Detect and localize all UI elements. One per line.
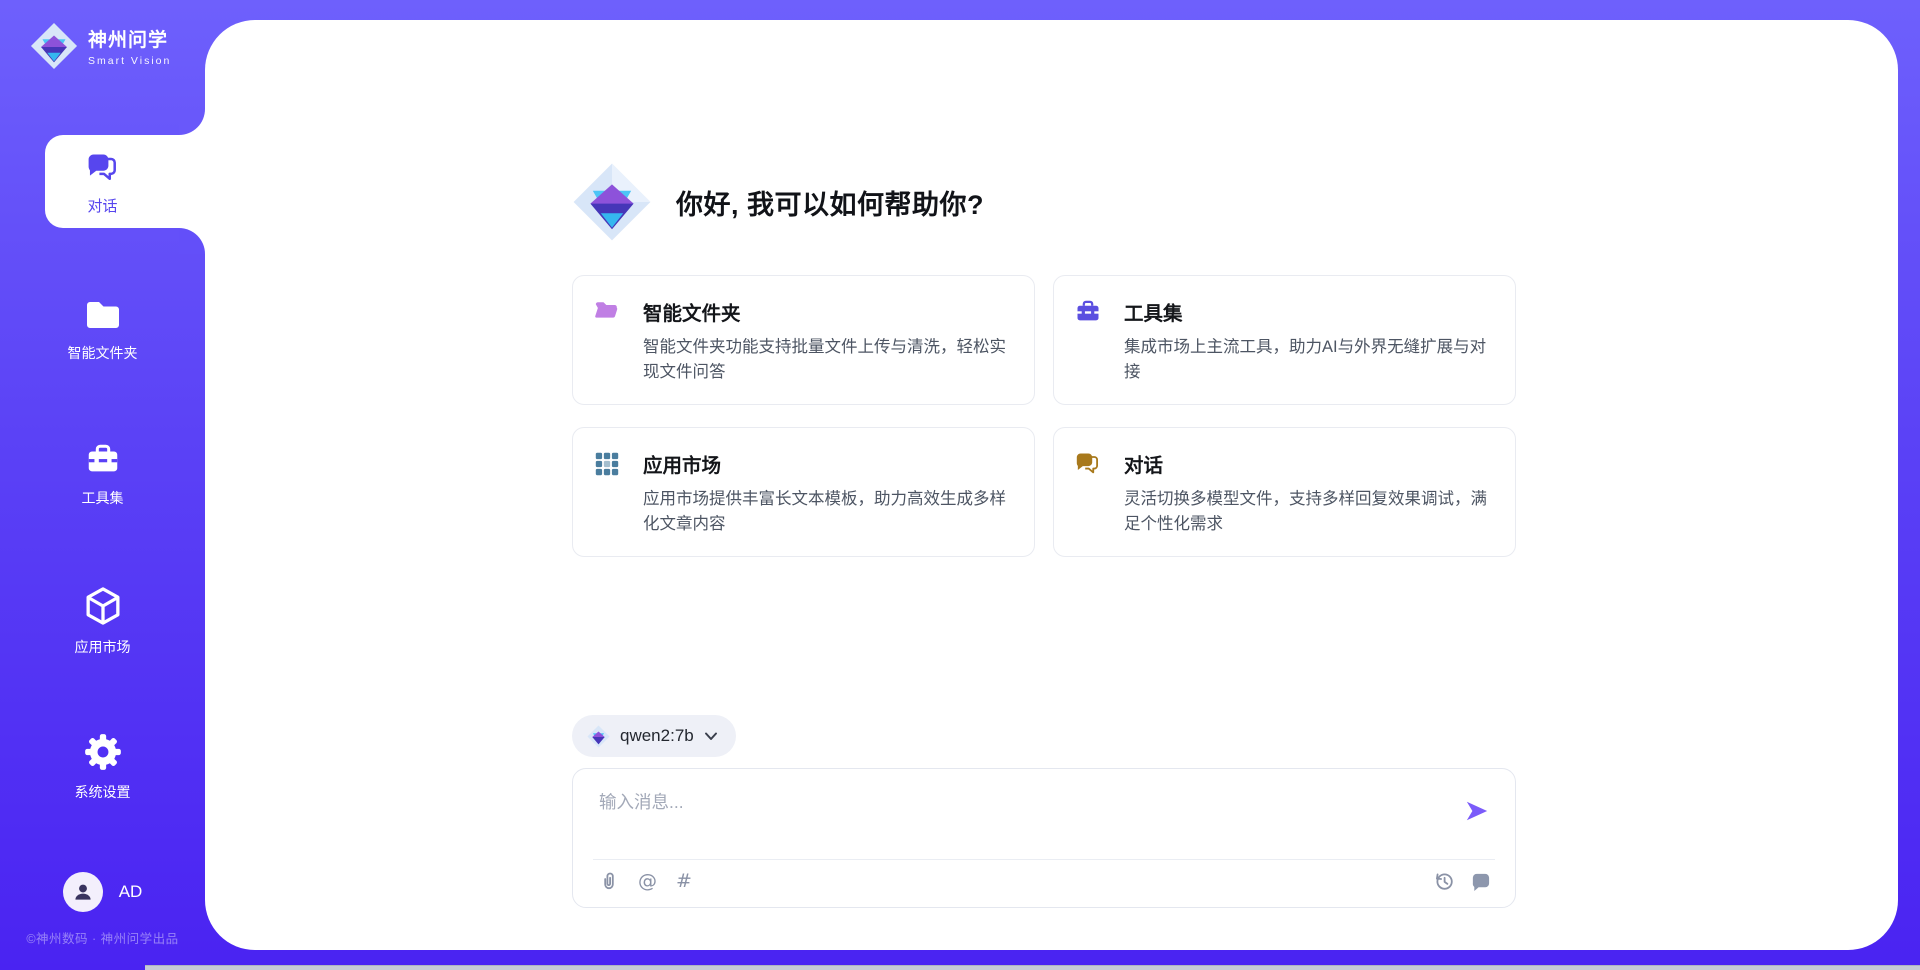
folder-open-icon	[593, 298, 621, 326]
person-icon	[71, 880, 95, 904]
brand-text: 神州问学 Smart Vision	[88, 25, 171, 67]
model-logo-icon	[587, 725, 610, 748]
feature-cards: 智能文件夹 智能文件夹功能支持批量文件上传与清洗，轻松实现文件问答 工具集 集成…	[572, 275, 1516, 557]
user-profile[interactable]: AD	[0, 872, 205, 912]
composer-area: qwen2:7b @ #	[572, 715, 1516, 908]
horizontal-scrollbar[interactable]	[145, 965, 1920, 970]
sidebar-footer: ©神州数码 · 神州问学出品	[0, 928, 205, 947]
sidebar-item-toolset[interactable]: 工具集	[0, 441, 205, 508]
greeting-row: 你好, 我可以如何帮助你?	[572, 162, 984, 242]
chat-icon	[85, 150, 121, 186]
model-selector[interactable]: qwen2:7b	[572, 715, 736, 757]
card-description: 应用市场提供丰富长文本模板，助力高效生成多样化文章内容	[643, 487, 1010, 537]
sidebar-item-label: 应用市场	[75, 637, 131, 657]
feedback-icon[interactable]	[1470, 871, 1491, 892]
greeting-title: 你好, 我可以如何帮助你?	[676, 183, 984, 222]
composer-divider	[593, 859, 1495, 860]
send-icon[interactable]	[1465, 799, 1489, 823]
hash-icon[interactable]: #	[676, 871, 692, 891]
card-description: 智能文件夹功能支持批量文件上传与清洗，轻松实现文件问答	[643, 335, 1010, 385]
card-description: 灵活切换多模型文件，支持多样回复效果调试，满足个性化需求	[1124, 487, 1491, 537]
sidebar-item-chat[interactable]: 对话	[0, 150, 205, 216]
sidebar-item-smart-folder[interactable]: 智能文件夹	[0, 296, 205, 363]
card-head: 对话	[1074, 449, 1491, 478]
message-composer: @ #	[572, 768, 1516, 908]
chat-icon	[1074, 450, 1102, 478]
main-content-surface: 你好, 我可以如何帮助你? 智能文件夹 智能文件夹功能支持批量文件上传与清洗，轻…	[205, 20, 1898, 950]
folder-icon	[83, 296, 123, 334]
card-title: 应用市场	[643, 449, 721, 478]
user-name: AD	[119, 882, 143, 902]
card-smart-folder[interactable]: 智能文件夹 智能文件夹功能支持批量文件上传与清洗，轻松实现文件问答	[572, 275, 1035, 405]
model-name: qwen2:7b	[620, 726, 694, 746]
active-tab-fillet-top	[179, 109, 205, 135]
history-icon[interactable]	[1433, 870, 1455, 892]
toolbox-icon	[84, 441, 122, 479]
card-head: 智能文件夹	[593, 297, 1010, 326]
card-toolset[interactable]: 工具集 集成市场上主流工具，助力AI与外界无缝扩展与对接	[1053, 275, 1516, 405]
sidebar: 神州问学 Smart Vision 对话 智能文件夹 工具集	[0, 0, 205, 970]
card-head: 应用市场	[593, 449, 1010, 478]
sidebar-item-label: 工具集	[82, 488, 124, 508]
sidebar-item-label: 对话	[87, 195, 117, 216]
sidebar-item-app-market[interactable]: 应用市场	[0, 584, 205, 657]
sidebar-item-label: 系统设置	[75, 782, 131, 802]
app-logo-icon	[572, 162, 652, 242]
content-column: 你好, 我可以如何帮助你? 智能文件夹 智能文件夹功能支持批量文件上传与清洗，轻…	[572, 20, 1516, 950]
card-head: 工具集	[1074, 297, 1491, 326]
card-chat[interactable]: 对话 灵活切换多模型文件，支持多样回复效果调试，满足个性化需求	[1053, 427, 1516, 557]
active-tab-fillet-bottom	[179, 228, 205, 254]
toolbox-icon	[1074, 298, 1102, 326]
brand-title: 神州问学	[88, 25, 171, 52]
card-title: 工具集	[1124, 297, 1183, 326]
card-app-market[interactable]: 应用市场 应用市场提供丰富长文本模板，助力高效生成多样化文章内容	[572, 427, 1035, 557]
avatar	[63, 872, 103, 912]
message-input[interactable]	[599, 789, 1389, 847]
brand: 神州问学 Smart Vision	[30, 22, 171, 70]
paperclip-icon[interactable]	[599, 870, 619, 892]
card-description: 集成市场上主流工具，助力AI与外界无缝扩展与对接	[1124, 335, 1491, 385]
grid-icon	[593, 450, 621, 478]
gear-icon	[82, 731, 124, 773]
composer-tools-right	[1433, 870, 1491, 892]
at-icon[interactable]: @	[638, 871, 657, 891]
app-logo-icon	[30, 22, 78, 70]
sidebar-item-label: 智能文件夹	[68, 343, 138, 363]
sidebar-item-settings[interactable]: 系统设置	[0, 731, 205, 802]
card-title: 智能文件夹	[643, 297, 741, 326]
composer-tools-left: @ #	[599, 870, 692, 892]
cube-icon	[81, 584, 125, 628]
brand-subtitle: Smart Vision	[88, 55, 171, 67]
card-title: 对话	[1124, 449, 1163, 478]
chevron-down-icon	[704, 731, 718, 742]
